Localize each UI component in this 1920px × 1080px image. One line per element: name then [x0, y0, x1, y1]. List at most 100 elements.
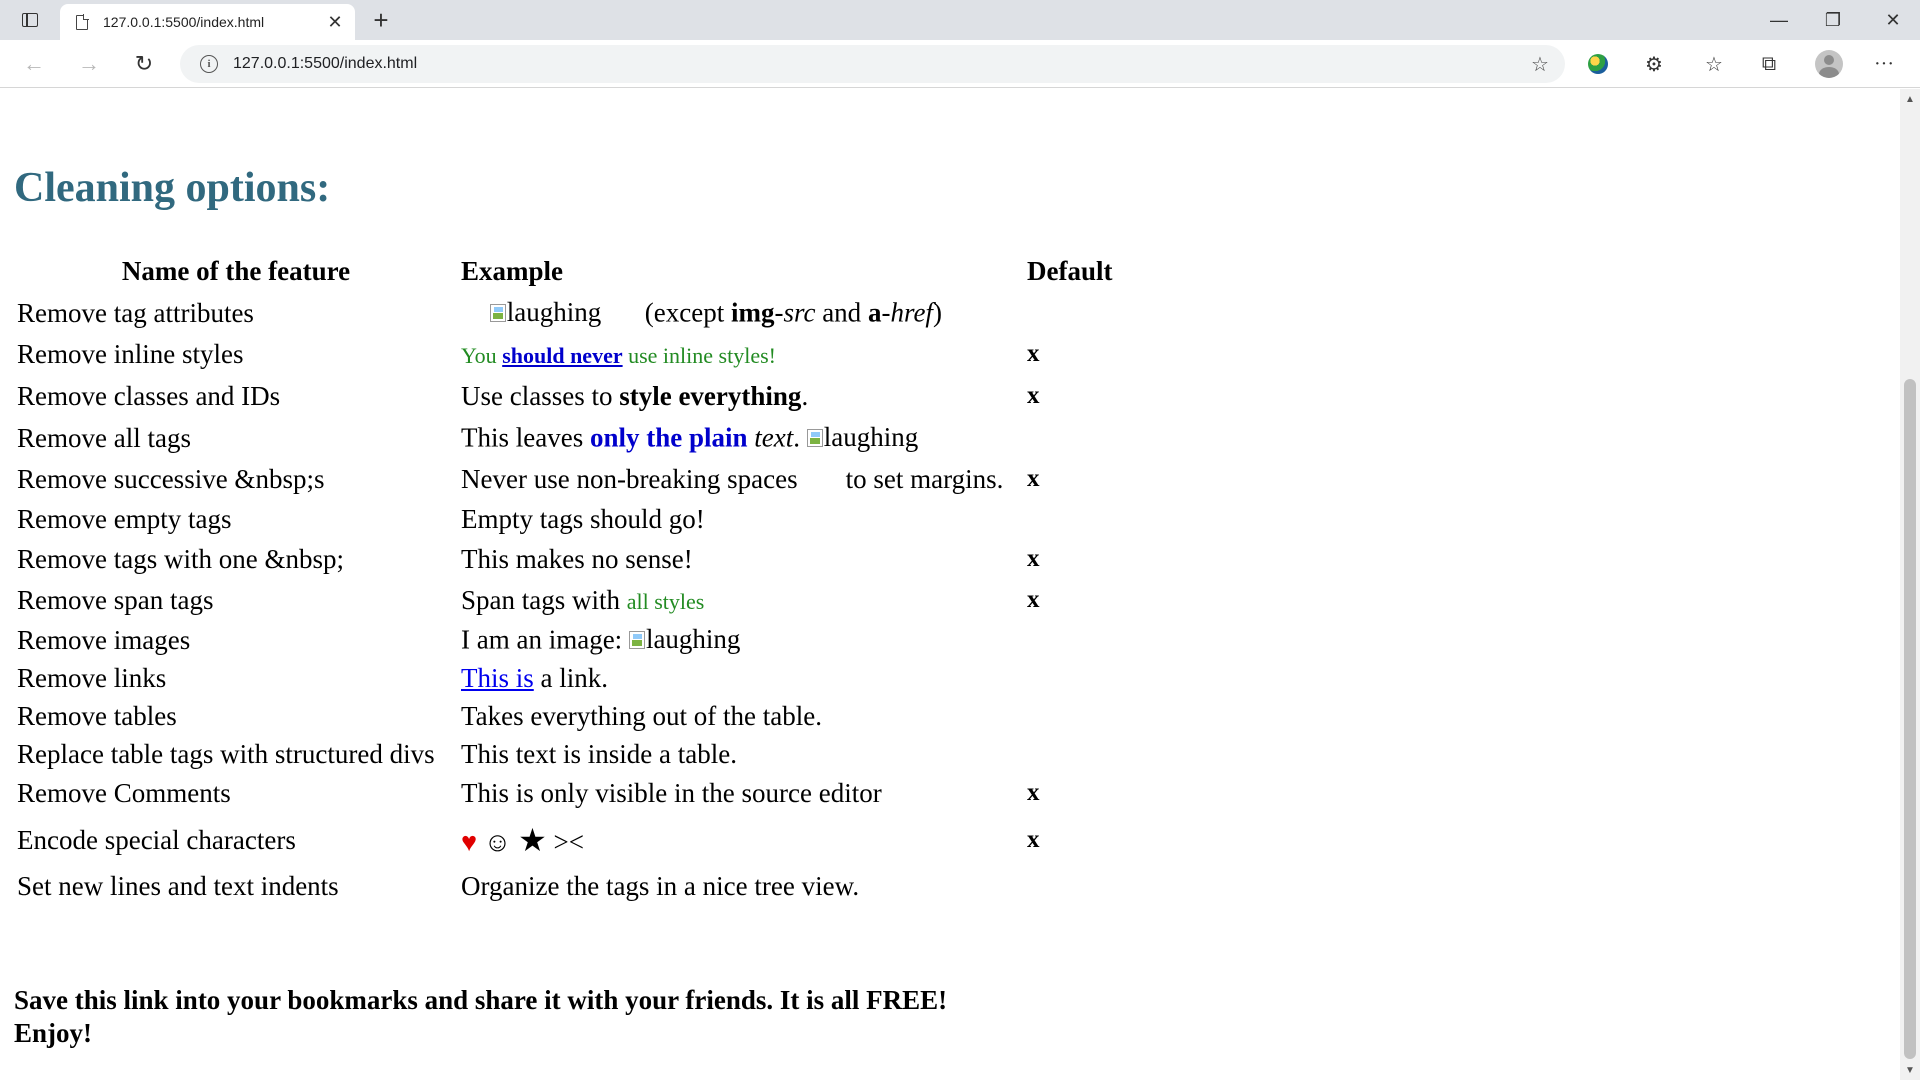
back-button[interactable]: ← — [18, 48, 50, 80]
feature-example: Never use non-breaking spaces to set marg… — [461, 463, 1004, 494]
feature-default — [1024, 499, 1115, 539]
page-icon — [76, 14, 89, 30]
feature-default — [1024, 621, 1115, 659]
table-row: Remove tables Takes everything out of th… — [14, 697, 1115, 735]
feature-example: This text is inside a table. — [461, 738, 737, 769]
feature-name: Remove images — [17, 624, 191, 655]
broken-image-icon: laughing — [489, 297, 601, 328]
footer-line-1: Save this link into your bookmarks and s… — [14, 985, 948, 1015]
feature-name: Remove tags with one &nbsp; — [17, 543, 344, 574]
reload-button[interactable]: ↻ — [128, 48, 160, 80]
feature-name: Replace table tags with structured divs — [17, 738, 435, 769]
table-row: Remove images I am an image: laughing — [14, 621, 1115, 659]
add-favorite-icon[interactable]: ☆ — [1525, 49, 1555, 79]
feature-name: Remove span tags — [17, 584, 214, 615]
feature-example: This is only visible in the source edito… — [461, 777, 882, 808]
table-row: Set new lines and text indents Organize … — [14, 867, 1115, 905]
feature-default — [1024, 867, 1115, 905]
table-row: Remove span tags Span tags with all styl… — [14, 579, 1115, 621]
vertical-scrollbar[interactable]: ▲ ▼ — [1900, 89, 1920, 1080]
features-table: Name of the feature Example Default Remo… — [14, 249, 1115, 905]
browser-tab[interactable]: 127.0.0.1:5500/index.html ✕ — [60, 4, 355, 40]
extension-globe-icon[interactable] — [1586, 52, 1610, 76]
feature-default: x — [1027, 779, 1040, 806]
feature-name: Remove links — [17, 662, 167, 693]
feature-example: This is a link. — [461, 662, 609, 693]
table-row: Replace table tags with structured divs … — [14, 735, 1115, 773]
feature-default: x — [1027, 465, 1040, 492]
forward-button[interactable]: → — [73, 48, 105, 80]
feature-default: x — [1027, 545, 1040, 572]
feature-name: Remove tag attributes — [17, 297, 254, 328]
feature-name: Remove inline styles — [17, 338, 244, 369]
star-icon: ★ — [518, 822, 547, 858]
header-name: Name of the feature — [121, 255, 351, 286]
table-row: Remove tag attributes laughing (except i… — [14, 293, 1115, 333]
feature-example: Span tags with all styles — [461, 584, 705, 615]
table-row: Remove empty tags Empty tags should go! — [14, 499, 1115, 539]
feature-name: Set new lines and text indents — [17, 870, 339, 901]
tab-actions-icon — [22, 13, 38, 27]
more-menu-icon[interactable]: ··· — [1872, 52, 1896, 76]
table-row: Remove all tags This leaves only the pla… — [14, 417, 1115, 459]
feature-example: Use classes to style everything. — [461, 380, 809, 411]
feature-example: I am an image: laughing — [461, 624, 741, 655]
profile-avatar[interactable] — [1815, 50, 1843, 78]
feature-name: Remove classes and IDs — [17, 380, 281, 411]
scroll-up-icon[interactable]: ▲ — [1900, 91, 1920, 107]
new-tab-button[interactable]: + — [366, 5, 396, 35]
close-window-button[interactable]: ✕ — [1866, 0, 1920, 40]
feature-example: ♥ ☺ ★ >< — [458, 813, 1024, 867]
table-row: Remove classes and IDs Use classes to st… — [14, 375, 1115, 417]
restore-button[interactable]: ❐ — [1806, 0, 1860, 40]
feature-example: You should never use inline styles! — [461, 342, 776, 368]
browser-toolbar: ← → ↻ i 127.0.0.1:5500/index.html ☆ — [0, 40, 1920, 88]
header-example: Example — [461, 255, 564, 286]
broken-image-icon: laughing — [628, 624, 740, 655]
heart-icon: ♥ — [461, 827, 478, 857]
url-text[interactable]: 127.0.0.1:5500/index.html — [233, 55, 1525, 73]
scroll-down-icon[interactable]: ▼ — [1900, 1062, 1920, 1078]
footer-line-2: Enjoy! — [14, 1018, 93, 1048]
tab-strip: 127.0.0.1:5500/index.html ✕ + — ❐ ✕ — [0, 0, 1920, 40]
feature-example: Empty tags should go! — [461, 503, 705, 534]
feature-name: Remove empty tags — [17, 503, 232, 534]
table-row: Remove links This is a link. — [14, 659, 1115, 697]
extensions-icon[interactable]: ⚙ — [1642, 52, 1666, 76]
feature-example: Takes everything out of the table. — [461, 700, 822, 731]
feature-default — [1024, 417, 1115, 459]
tab-close-icon[interactable]: ✕ — [325, 12, 345, 33]
feature-example: This leaves only the plain text. laughin… — [461, 422, 919, 453]
feature-default — [1024, 735, 1115, 773]
scrollbar-thumb[interactable] — [1904, 379, 1916, 1059]
feature-default: x — [1027, 382, 1040, 409]
collections-icon[interactable]: ⧉ — [1757, 52, 1781, 76]
smiley-icon: ☺ — [483, 827, 512, 857]
feature-example: This makes no sense! — [461, 543, 693, 574]
table-header-row: Name of the feature Example Default — [14, 249, 1115, 293]
example-link[interactable]: should never — [502, 343, 622, 368]
feature-default: x — [1027, 826, 1040, 853]
feature-name: Remove successive &nbsp;s — [17, 463, 325, 494]
favorites-icon[interactable]: ☆ — [1702, 52, 1726, 76]
table-row: Remove successive &nbsp;s Never use non-… — [14, 459, 1115, 499]
broken-image-icon: laughing — [806, 422, 918, 453]
page-viewport: Cleaning options: Name of the feature Ex… — [0, 89, 1900, 1080]
site-info-icon[interactable]: i — [200, 55, 218, 73]
feature-default: x — [1027, 340, 1040, 367]
address-bar[interactable]: i 127.0.0.1:5500/index.html ☆ — [180, 45, 1565, 83]
example-link[interactable]: This is — [461, 663, 534, 693]
angle-brackets: >< — [553, 827, 585, 857]
header-default: Default — [1027, 255, 1113, 286]
feature-name: Encode special characters — [17, 824, 296, 855]
feature-name: Remove Comments — [17, 777, 231, 808]
table-row: Remove Comments This is only visible in … — [14, 773, 1115, 813]
table-row: Encode special characters ♥ ☺ ★ >< x — [14, 813, 1115, 867]
table-row: Remove inline styles You should never us… — [14, 333, 1115, 375]
minimize-button[interactable]: — — [1752, 0, 1806, 40]
table-row: Remove tags with one &nbsp; This makes n… — [14, 539, 1115, 579]
tab-actions-button[interactable] — [14, 8, 46, 32]
feature-example: Organize the tags in a nice tree view. — [461, 870, 860, 901]
feature-default — [1024, 293, 1115, 333]
feature-example: laughing (except img-src and a-href) — [458, 293, 1024, 333]
